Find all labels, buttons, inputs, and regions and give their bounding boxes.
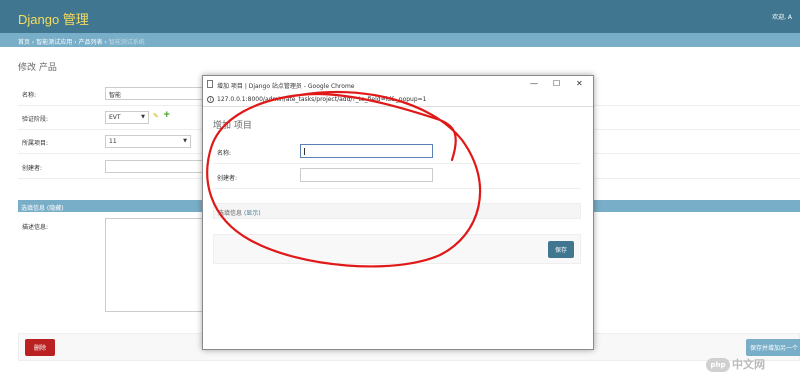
- breadcrumb-app[interactable]: 智能测试应用: [36, 39, 72, 46]
- divider: [213, 188, 581, 189]
- popup-save-button[interactable]: 保存: [548, 241, 574, 258]
- creator-input[interactable]: [105, 160, 205, 173]
- info-icon[interactable]: i: [207, 96, 214, 103]
- stage-select[interactable]: EVT ▼: [105, 111, 149, 124]
- maximize-icon[interactable]: ☐: [553, 79, 560, 88]
- delete-button[interactable]: 删除: [25, 339, 55, 356]
- divider: [213, 163, 581, 164]
- site-brand[interactable]: Django 管理: [18, 9, 89, 28]
- text-cursor: [304, 148, 305, 155]
- page-icon: [207, 80, 213, 88]
- watermark: php 中文网: [706, 356, 765, 372]
- breadcrumb: 首页 › 智能测试应用 › 产品列表 › 智能测试系统: [0, 33, 800, 47]
- edit-pencil-icon[interactable]: ✎: [153, 112, 159, 120]
- close-icon[interactable]: ✕: [576, 79, 583, 88]
- breadcrumb-home[interactable]: 首页: [18, 39, 30, 46]
- project-label: 所属项目:: [22, 140, 49, 147]
- chevron-down-icon: ▼: [141, 114, 145, 120]
- description-label: 描述信息:: [22, 224, 49, 231]
- breadcrumb-model[interactable]: 产品列表: [78, 39, 102, 46]
- popup-submit-row: 保存: [213, 234, 581, 264]
- popup-optional-fieldset: 选填信息 (显示): [213, 203, 581, 219]
- popup-show-link[interactable]: (显示): [244, 210, 261, 217]
- minimize-icon[interactable]: —: [530, 79, 538, 88]
- save-and-add-another-button[interactable]: 保存并增加另一个: [746, 339, 800, 356]
- user-tools: 欢迎, A: [772, 14, 792, 21]
- address-url: 127.0.0.1:8000/admin/ate_tasks/project/a…: [217, 96, 427, 103]
- project-select-value: 11: [109, 138, 117, 145]
- address-bar[interactable]: i 127.0.0.1:8000/admin/ate_tasks/project…: [203, 93, 593, 107]
- popup-optional-label: 选填信息: [218, 210, 243, 217]
- name-label: 名称:: [22, 92, 37, 99]
- page-title: 修改 产品: [18, 63, 57, 73]
- popup-creator-input[interactable]: [300, 168, 433, 182]
- name-input[interactable]: 智能: [105, 87, 205, 100]
- add-plus-icon[interactable]: +: [163, 110, 171, 120]
- stage-select-value: EVT: [109, 114, 121, 121]
- project-select[interactable]: 11 ▼: [105, 135, 191, 148]
- window-title: 增加 项目 | Django 站点管理员 - Google Chrome: [217, 83, 355, 90]
- breadcrumb-current: 智能测试系统: [108, 39, 145, 46]
- popup-creator-label: 创建者:: [217, 175, 238, 182]
- php-logo: php: [706, 358, 730, 372]
- stage-label: 验证阶段:: [22, 116, 49, 123]
- popup-window: 增加 项目 | Django 站点管理员 - Google Chrome — ☐…: [202, 75, 594, 350]
- creator-label: 创建者:: [22, 165, 43, 172]
- popup-name-input[interactable]: [300, 144, 433, 158]
- admin-header: Django 管理 欢迎, A: [0, 0, 800, 33]
- popup-heading: 增加 项目: [213, 121, 252, 131]
- popup-name-label: 名称:: [217, 150, 232, 157]
- watermark-text: 中文网: [732, 358, 765, 371]
- chevron-down-icon: ▼: [183, 138, 187, 144]
- description-textarea[interactable]: [105, 218, 205, 312]
